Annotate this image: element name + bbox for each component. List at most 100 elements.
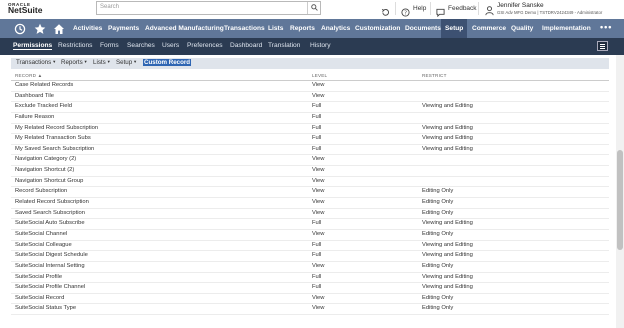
chevron-down-icon: ▼ <box>106 59 111 64</box>
sub-tabs: Permissions Restrictions Forms Searches … <box>0 38 624 55</box>
logo-netsuite-text: NetSuite <box>8 5 43 15</box>
nav-transactions[interactable]: Transactions <box>224 19 265 38</box>
search-input[interactable]: Search <box>100 4 119 10</box>
table-row[interactable]: Record Subscription View Editing Only <box>11 187 609 199</box>
tab-searches[interactable]: Searches <box>127 42 155 49</box>
more-menu-icon[interactable]: ••• <box>600 22 612 32</box>
table-row[interactable]: Dashboard Tile View <box>11 92 609 103</box>
record-cell: My Saved Search Subscription <box>15 145 95 152</box>
tab-dashboard[interactable]: Dashboard <box>230 42 262 49</box>
restrict-cell: Editing Only <box>422 230 454 237</box>
global-search[interactable]: Search <box>96 1 321 15</box>
category-lists[interactable]: Lists▼ <box>93 59 111 66</box>
table-row[interactable]: SuiteSocial Profile Channel Full Viewing a… <box>11 283 609 294</box>
nav-implementation[interactable]: Implementation <box>542 19 591 38</box>
table-row[interactable]: Exclude Tracked Field Full Viewing and Edi… <box>11 102 609 113</box>
level-cell: Full <box>312 252 322 259</box>
level-cell: Full <box>312 135 322 142</box>
category-custom-record[interactable]: Custom Record <box>143 59 192 66</box>
level-cell: Full <box>312 145 322 152</box>
restrict-cell: Viewing and Editing <box>422 220 473 227</box>
table-row[interactable]: Navigation Category (2) View <box>11 155 609 167</box>
level-cell: Full <box>312 220 322 227</box>
netsuite-logo[interactable]: ORACLE NetSuite <box>8 2 42 15</box>
level-cell: View <box>312 230 325 237</box>
level-cell: Full <box>312 273 322 280</box>
level-cell: Full <box>312 103 322 110</box>
record-cell: Navigation Category (2) <box>15 156 77 163</box>
tab-translation[interactable]: Translation <box>268 42 300 49</box>
table-row[interactable]: Failure Reason Full <box>11 113 609 124</box>
table-row[interactable]: SuiteSocial Channel View Editing Only <box>11 230 609 241</box>
user-name[interactable]: Jennifer Sanske <box>497 2 544 9</box>
search-button[interactable] <box>307 2 320 14</box>
tab-users[interactable]: Users <box>162 42 179 49</box>
table-row[interactable]: Saved Search Subscription View Editing Onl… <box>11 209 609 220</box>
tab-restrictions[interactable]: Restrictions <box>58 42 92 49</box>
category-setup-label: Setup <box>116 59 133 66</box>
record-cell: Exclude Tracked Field <box>15 103 73 110</box>
nav-commerce[interactable]: Commerce <box>472 19 506 38</box>
record-cell: Case Related Records <box>15 82 74 88</box>
category-transactions[interactable]: Transactions▼ <box>16 59 56 66</box>
level-cell: View <box>312 294 325 301</box>
restrict-cell: Editing Only <box>422 209 454 216</box>
table-row[interactable]: SuiteSocial Colleague Full Viewing and Edi… <box>11 241 609 252</box>
table-header: RECORD ▲ LEVEL RESTRICT <box>11 71 609 81</box>
record-cell: SuiteSocial Digest Schedule <box>15 252 88 259</box>
top-header: ORACLE NetSuite Search ? Help Feedback J… <box>0 0 624 19</box>
record-cell: SuiteSocial Internal Setting <box>15 262 85 269</box>
table-row[interactable]: SuiteSocial Profile Full Viewing and Editi… <box>11 273 609 284</box>
tab-preferences[interactable]: Preferences <box>187 42 223 49</box>
tab-permissions[interactable]: Permissions <box>13 42 53 50</box>
column-header-restrict[interactable]: RESTRICT <box>422 73 447 78</box>
restrict-cell: Viewing and Editing <box>422 135 473 142</box>
table-row[interactable]: SuiteSocial Auto Subscribe Full Viewing an… <box>11 219 609 230</box>
nav-setup[interactable]: Setup <box>441 19 468 38</box>
table-row[interactable]: My Related Record Subscription Full Viewin… <box>11 124 609 135</box>
table-row[interactable]: My Saved Search Subscription Full Viewing … <box>11 145 609 156</box>
nav-payments[interactable]: Payments <box>108 19 139 38</box>
record-cell: SuiteSocial Channel <box>15 230 68 237</box>
header-divider <box>395 2 396 15</box>
scrollbar-thumb[interactable] <box>617 150 623 250</box>
level-cell: View <box>312 199 325 206</box>
table-row[interactable]: SuiteSocial Internal Setting View Editing … <box>11 262 609 273</box>
table-row[interactable]: Navigation Shortcut (2) View <box>11 166 609 177</box>
category-transactions-label: Transactions <box>16 59 52 66</box>
column-header-level[interactable]: LEVEL <box>312 73 327 78</box>
tab-history[interactable]: History <box>310 42 331 49</box>
nav-customization[interactable]: Customization <box>355 19 400 38</box>
table-row[interactable]: My Related Transaction Subs Full Viewing a… <box>11 134 609 145</box>
column-header-record[interactable]: RECORD ▲ <box>15 73 42 78</box>
nav-analytics[interactable]: Analytics <box>321 19 350 38</box>
level-cell: View <box>312 82 325 88</box>
nav-documents[interactable]: Documents <box>405 19 441 38</box>
category-reports[interactable]: Reports▼ <box>61 59 88 66</box>
user-account-role[interactable]: GSI Adv MFG Demo | TSTDRV2424349 - Admin… <box>497 10 602 15</box>
nav-quality[interactable]: Quality <box>511 19 533 38</box>
header-divider <box>478 2 479 15</box>
help-link[interactable]: Help <box>413 5 426 12</box>
page-options-icon[interactable] <box>597 41 608 51</box>
nav-advanced-manufacturing[interactable]: Advanced Manufacturing <box>145 19 224 38</box>
nav-lists[interactable]: Lists <box>268 19 283 38</box>
category-reports-label: Reports <box>61 59 83 66</box>
restrict-cell: Editing Only <box>422 262 454 269</box>
record-cell: SuiteSocial Auto Subscribe <box>15 220 85 227</box>
tab-forms[interactable]: Forms <box>100 42 119 49</box>
category-setup[interactable]: Setup▼ <box>116 59 137 66</box>
feedback-link[interactable]: Feedback <box>448 5 477 12</box>
table-row[interactable]: Related Record Subscription View Editing O… <box>11 198 609 209</box>
record-cell: My Related Transaction Subs <box>15 135 91 142</box>
permission-category-bar: Transactions▼ Reports▼ Lists▼ Setup▼ Cus… <box>11 58 609 69</box>
svg-text:?: ? <box>404 11 407 17</box>
table-row[interactable]: Navigation Shortcut Group View <box>11 177 609 188</box>
table-row[interactable]: Case Related Records View <box>11 81 609 92</box>
table-row[interactable]: SuiteSocial Digest Schedule Full Viewing a… <box>11 251 609 262</box>
table-row[interactable]: SuiteSocial Record View Editing Only <box>11 294 609 305</box>
table-row[interactable]: SuiteSocial Status Type View Editing Only <box>11 304 609 316</box>
level-cell: View <box>312 167 325 174</box>
nav-activities[interactable]: Activities <box>73 19 102 38</box>
nav-reports[interactable]: Reports <box>290 19 315 38</box>
